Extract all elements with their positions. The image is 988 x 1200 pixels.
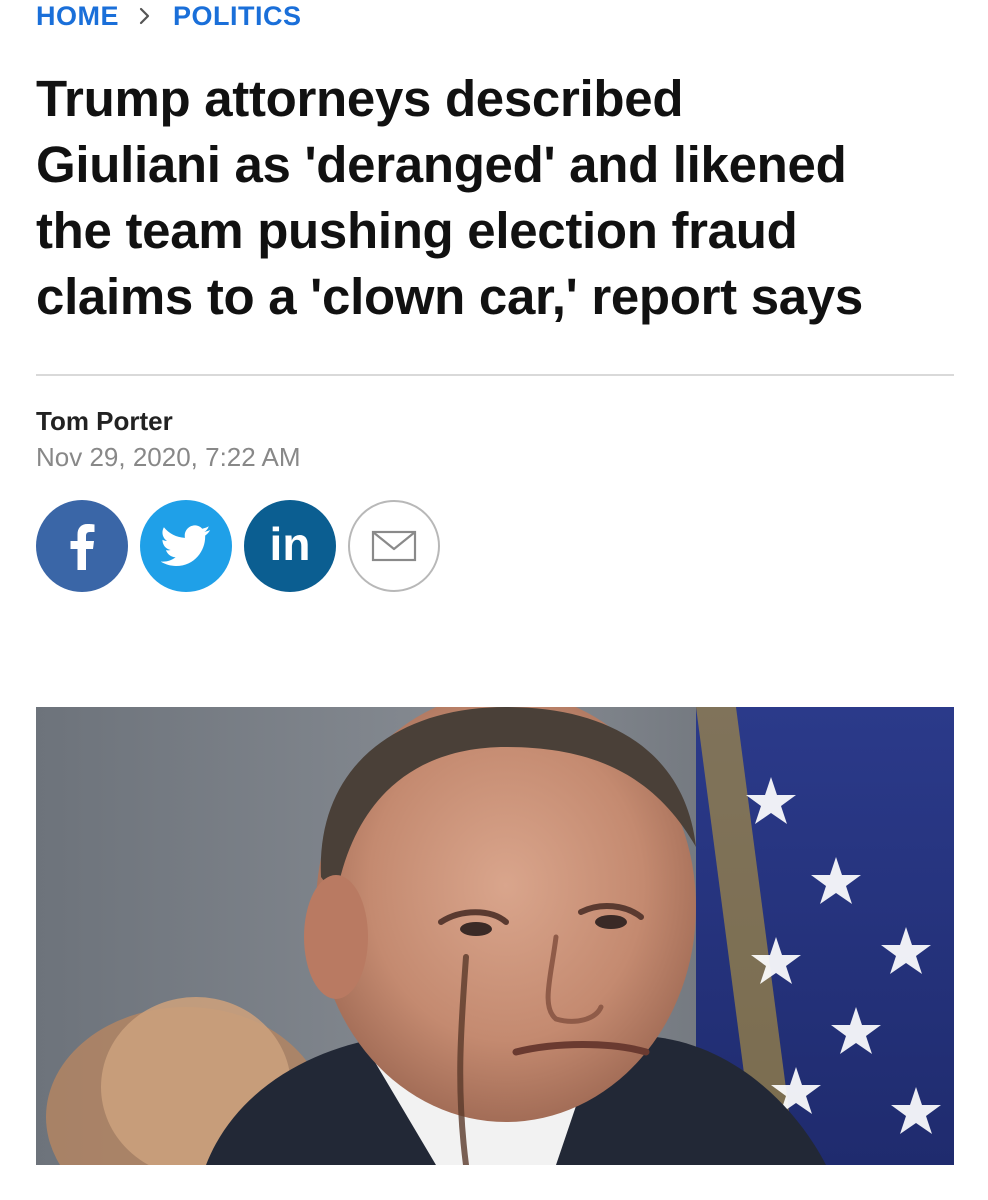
- share-email-button[interactable]: [348, 500, 440, 592]
- publish-timestamp: Nov 29, 2020, 7:22 AM: [36, 442, 301, 472]
- share-buttons: in: [36, 500, 440, 592]
- twitter-icon: [161, 525, 211, 566]
- headline-line: Trump attorneys described: [36, 70, 684, 127]
- headline-line: Giuliani as 'deranged' and likened: [36, 136, 847, 193]
- breadcrumb: HOME POLITICS: [36, 0, 302, 32]
- headline-line: the team pushing election fraud: [36, 202, 798, 259]
- chevron-right-icon: [139, 7, 151, 25]
- share-linkedin-button[interactable]: in: [244, 500, 336, 592]
- article-headline: Trump attorneys described Giuliani as 'd…: [36, 66, 954, 330]
- breadcrumb-politics-link[interactable]: POLITICS: [173, 1, 302, 32]
- envelope-icon: [371, 530, 417, 562]
- breadcrumb-home-link[interactable]: HOME: [36, 1, 119, 32]
- facebook-icon: [70, 524, 95, 570]
- news-photo: [36, 707, 954, 1165]
- hero-image[interactable]: [36, 707, 954, 1165]
- divider: [36, 374, 954, 376]
- share-facebook-button[interactable]: [36, 500, 128, 592]
- headline-line: claims to a 'clown car,' report says: [36, 268, 863, 325]
- linkedin-icon: in: [269, 518, 311, 570]
- share-twitter-button[interactable]: [140, 500, 232, 592]
- author-name[interactable]: Tom Porter: [36, 406, 173, 437]
